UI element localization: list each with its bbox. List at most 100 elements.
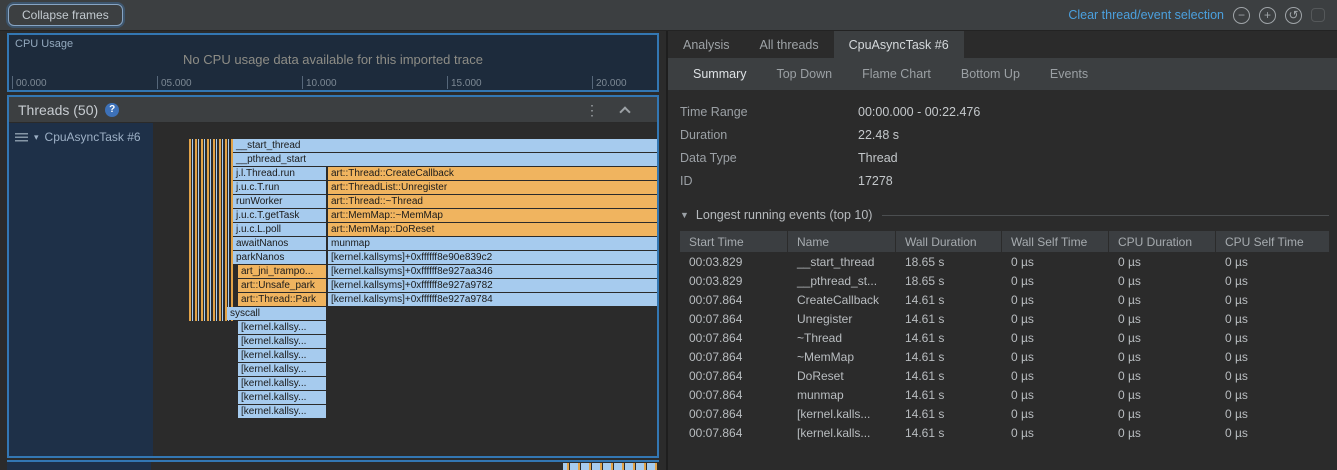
- column-header-name[interactable]: Name: [788, 231, 896, 252]
- thread-label-column-partial: [7, 462, 151, 470]
- threads-panel: Threads (50) ? ⋮ ▾ CpuAsyncTask #6 __sta…: [7, 95, 659, 458]
- table-cell: [kernel.kalls...: [788, 423, 896, 442]
- table-cell: 14.61 s: [896, 404, 1002, 423]
- zoom-in-icon[interactable]: +: [1259, 7, 1276, 24]
- frame-selection-icon: [1311, 8, 1325, 22]
- collapse-panel-icon[interactable]: [619, 106, 630, 117]
- flame-bar[interactable]: syscall: [227, 307, 326, 320]
- flame-bar[interactable]: [kernel.kallsy...: [238, 405, 326, 418]
- flame-bar[interactable]: [kernel.kallsy...: [238, 349, 326, 362]
- table-row[interactable]: 00:07.864~Thread14.61 s0 µs0 µs0 µs: [680, 328, 1329, 347]
- flame-bar[interactable]: art::ThreadList::Unregister: [328, 181, 657, 194]
- flame-bar[interactable]: [kernel.kallsy...: [238, 321, 326, 334]
- flame-bar[interactable]: [kernel.kallsy...: [238, 391, 326, 404]
- flame-row: syscall: [153, 307, 657, 321]
- flame-bar[interactable]: __start_thread: [233, 139, 657, 152]
- cpu-usage-panel[interactable]: CPU Usage No CPU usage data available fo…: [7, 33, 659, 92]
- flame-bar[interactable]: j.u.c.T.getTask: [233, 209, 326, 222]
- flame-bar[interactable]: art::Thread::Park: [238, 293, 326, 306]
- thread-row-label[interactable]: ▾ CpuAsyncTask #6: [9, 123, 153, 144]
- collapse-triangle-icon[interactable]: ▼: [680, 210, 689, 220]
- flame-bar[interactable]: art::MemMap::~MemMap: [328, 209, 657, 222]
- table-cell: 00:07.864: [680, 423, 788, 442]
- help-icon[interactable]: ?: [105, 103, 119, 117]
- flame-bar[interactable]: [kernel.kallsyms]+0xffffff8e90e839c2: [328, 251, 657, 264]
- collapse-frames-button[interactable]: Collapse frames: [8, 4, 123, 26]
- flame-bar[interactable]: awaitNanos: [233, 237, 326, 250]
- flame-bar[interactable]: j.l.Thread.run: [233, 167, 326, 180]
- events-section-title: Longest running events (top 10): [696, 208, 873, 222]
- column-header-cpu-self-time[interactable]: CPU Self Time: [1216, 231, 1329, 252]
- flame-bar[interactable]: __pthread_start: [233, 153, 657, 166]
- flame-bar[interactable]: [kernel.kallsy...: [238, 363, 326, 376]
- events-table-header: Start TimeNameWall DurationWall Self Tim…: [680, 231, 1329, 252]
- table-row[interactable]: 00:07.864munmap14.61 s0 µs0 µs0 µs: [680, 385, 1329, 404]
- table-cell: 0 µs: [1109, 366, 1216, 385]
- flame-bar[interactable]: [kernel.kallsy...: [238, 335, 326, 348]
- table-row[interactable]: 00:07.864Unregister14.61 s0 µs0 µs0 µs: [680, 309, 1329, 328]
- table-cell: __pthread_st...: [788, 271, 896, 290]
- timeline-tick: 00.000: [12, 76, 47, 89]
- table-row[interactable]: 00:07.864[kernel.kalls...14.61 s0 µs0 µs…: [680, 423, 1329, 442]
- tab-all-threads[interactable]: All threads: [745, 31, 834, 58]
- flame-bar[interactable]: art::Unsafe_park: [238, 279, 326, 292]
- thread-track-partial[interactable]: [7, 460, 659, 470]
- clear-selection-link[interactable]: Clear thread/event selection: [1068, 8, 1224, 22]
- table-row[interactable]: 00:03.829__start_thread18.65 s0 µs0 µs0 …: [680, 252, 1329, 271]
- table-cell: 0 µs: [1002, 423, 1109, 442]
- flame-bar[interactable]: art::MemMap::DoReset: [328, 223, 657, 236]
- column-header-start-time[interactable]: Start Time: [680, 231, 788, 252]
- flame-row: j.l.Thread.runart::Thread::CreateCallbac…: [153, 167, 657, 181]
- reset-zoom-icon[interactable]: ↺: [1285, 7, 1302, 24]
- table-cell: 0 µs: [1109, 290, 1216, 309]
- flame-bar[interactable]: [kernel.kallsy...: [238, 377, 326, 390]
- column-header-wall-duration[interactable]: Wall Duration: [896, 231, 1002, 252]
- table-row[interactable]: 00:07.864[kernel.kalls...14.61 s0 µs0 µs…: [680, 404, 1329, 423]
- table-row[interactable]: 00:03.829__pthread_st...18.65 s0 µs0 µs0…: [680, 271, 1329, 290]
- flame-bar[interactable]: [kernel.kallsyms]+0xffffff8e927a9784: [328, 293, 657, 306]
- flame-bar[interactable]: art_jni_trampo...: [238, 265, 326, 278]
- kebab-menu-icon[interactable]: ⋮: [585, 103, 599, 117]
- table-cell: 0 µs: [1109, 328, 1216, 347]
- flame-bar[interactable]: runWorker: [233, 195, 326, 208]
- table-cell: 0 µs: [1109, 347, 1216, 366]
- flame-bar[interactable]: [kernel.kallsyms]+0xffffff8e927a9782: [328, 279, 657, 292]
- subtab-bottom-up[interactable]: Bottom Up: [946, 58, 1035, 90]
- column-header-cpu-duration[interactable]: CPU Duration: [1109, 231, 1216, 252]
- timeline-axis: 00.00005.00010.00015.00020.000: [9, 74, 657, 89]
- flame-bar[interactable]: art::Thread::CreateCallback: [328, 167, 657, 180]
- flame-row: j.u.c.L.pollart::MemMap::DoReset: [153, 223, 657, 237]
- table-cell: 0 µs: [1216, 423, 1329, 442]
- tab-cpuasynctask-6[interactable]: CpuAsyncTask #6: [834, 31, 964, 58]
- column-header-wall-self-time[interactable]: Wall Self Time: [1002, 231, 1109, 252]
- flame-bar[interactable]: munmap: [328, 237, 657, 250]
- table-row[interactable]: 00:07.864CreateCallback14.61 s0 µs0 µs0 …: [680, 290, 1329, 309]
- subtab-flame-chart[interactable]: Flame Chart: [847, 58, 946, 90]
- flame-bar[interactable]: j.u.c.L.poll: [233, 223, 326, 236]
- tab-analysis[interactable]: Analysis: [668, 31, 745, 58]
- zoom-out-icon[interactable]: −: [1233, 7, 1250, 24]
- flame-bar[interactable]: parkNanos: [233, 251, 326, 264]
- table-row[interactable]: 00:07.864DoReset14.61 s0 µs0 µs0 µs: [680, 366, 1329, 385]
- subtab-events[interactable]: Events: [1035, 58, 1103, 90]
- flame-bar[interactable]: j.u.c.T.run: [233, 181, 326, 194]
- table-cell: 0 µs: [1109, 252, 1216, 271]
- table-row[interactable]: 00:07.864~MemMap14.61 s0 µs0 µs0 µs: [680, 347, 1329, 366]
- flame-row: __pthread_start: [153, 153, 657, 167]
- drag-handle-icon[interactable]: [15, 133, 28, 142]
- summary-field-value: 00:00.000 - 00:22.476: [858, 105, 980, 119]
- events-section-header[interactable]: ▼ Longest running events (top 10): [680, 208, 1329, 222]
- chevron-down-icon[interactable]: ▾: [34, 132, 39, 143]
- timeline-tick: 15.000: [447, 76, 482, 89]
- table-cell: 0 µs: [1216, 290, 1329, 309]
- table-cell: 0 µs: [1109, 385, 1216, 404]
- flame-bar[interactable]: [kernel.kallsyms]+0xffffff8e927aa346: [328, 265, 657, 278]
- subtab-summary[interactable]: Summary: [678, 58, 761, 90]
- subtab-top-down[interactable]: Top Down: [761, 58, 847, 90]
- flame-bar[interactable]: art::Thread::~Thread: [328, 195, 657, 208]
- thread-name: CpuAsyncTask #6: [45, 130, 141, 144]
- table-cell: 0 µs: [1109, 404, 1216, 423]
- table-cell: 14.61 s: [896, 328, 1002, 347]
- table-cell: 00:03.829: [680, 271, 788, 290]
- toolbar-right-group: Clear thread/event selection − + ↺: [1068, 7, 1337, 24]
